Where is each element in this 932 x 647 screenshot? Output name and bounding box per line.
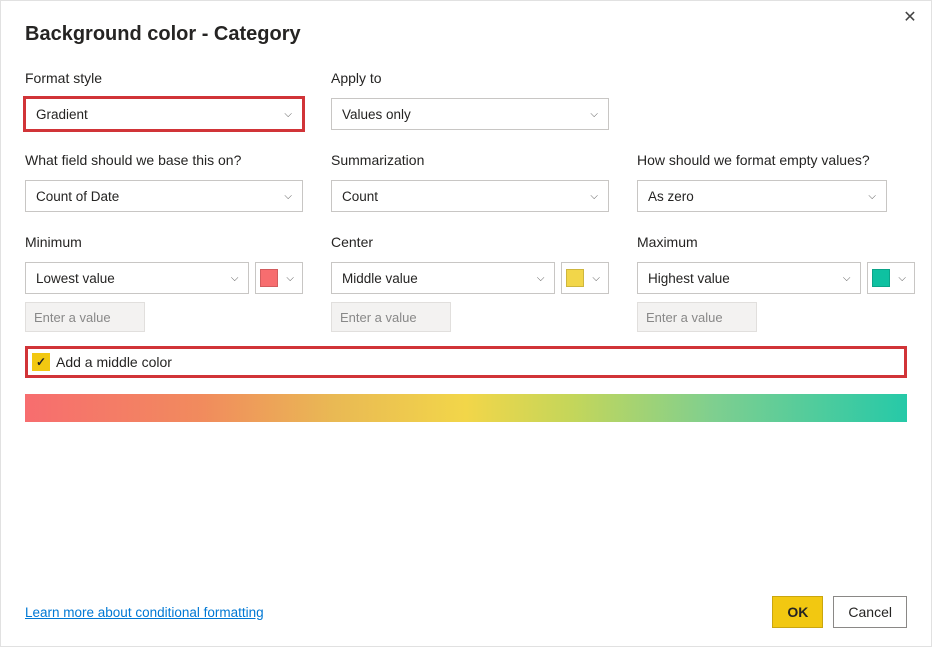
base-field-value: Count of Date bbox=[36, 189, 119, 204]
chevron-down-icon: ⌵ bbox=[843, 273, 851, 284]
chevron-down-icon: ⌵ bbox=[537, 273, 545, 284]
minimum-type-dropdown[interactable]: Lowest value ⌵ bbox=[25, 262, 249, 294]
apply-to-label: Apply to bbox=[331, 70, 609, 86]
center-color-picker[interactable]: ⌵ bbox=[561, 262, 609, 294]
gradient-preview bbox=[25, 394, 907, 422]
chevron-down-icon: ⌵ bbox=[588, 273, 604, 284]
apply-to-value: Values only bbox=[342, 107, 411, 122]
center-value-input[interactable]: Enter a value bbox=[331, 302, 451, 332]
minimum-color-picker[interactable]: ⌵ bbox=[255, 262, 303, 294]
ok-button[interactable]: OK bbox=[772, 596, 823, 628]
chevron-down-icon: ⌵ bbox=[231, 273, 239, 284]
format-style-value: Gradient bbox=[36, 107, 88, 122]
format-style-label: Format style bbox=[25, 70, 303, 86]
chevron-down-icon: ⌵ bbox=[590, 109, 598, 120]
maximum-type-dropdown[interactable]: Highest value ⌵ bbox=[637, 262, 861, 294]
center-label: Center bbox=[331, 234, 609, 250]
maximum-label: Maximum bbox=[637, 234, 915, 250]
add-middle-color-checkbox[interactable]: ✓ Add a middle color bbox=[25, 346, 907, 378]
chevron-down-icon: ⌵ bbox=[282, 273, 298, 284]
maximum-color-swatch bbox=[872, 269, 890, 287]
empty-values-label: How should we format empty values? bbox=[637, 152, 887, 168]
minimum-type-value: Lowest value bbox=[36, 271, 115, 286]
maximum-value-input[interactable]: Enter a value bbox=[637, 302, 757, 332]
cancel-button[interactable]: Cancel bbox=[833, 596, 907, 628]
maximum-color-picker[interactable]: ⌵ bbox=[867, 262, 915, 294]
checkbox-checked-icon: ✓ bbox=[32, 353, 50, 371]
close-icon[interactable]: ✕ bbox=[899, 7, 921, 29]
summarization-label: Summarization bbox=[331, 152, 609, 168]
dialog-title: Background color - Category bbox=[25, 23, 907, 46]
format-style-dropdown[interactable]: Gradient ⌵ bbox=[25, 98, 303, 130]
chevron-down-icon: ⌵ bbox=[894, 273, 910, 284]
minimum-value-input[interactable]: Enter a value bbox=[25, 302, 145, 332]
apply-to-dropdown[interactable]: Values only ⌵ bbox=[331, 98, 609, 130]
minimum-color-swatch bbox=[260, 269, 278, 287]
add-middle-color-label: Add a middle color bbox=[56, 354, 172, 370]
summarization-value: Count bbox=[342, 189, 378, 204]
chevron-down-icon: ⌵ bbox=[284, 191, 292, 202]
summarization-dropdown[interactable]: Count ⌵ bbox=[331, 180, 609, 212]
center-color-swatch bbox=[566, 269, 584, 287]
center-type-dropdown[interactable]: Middle value ⌵ bbox=[331, 262, 555, 294]
chevron-down-icon: ⌵ bbox=[284, 109, 292, 120]
learn-more-link[interactable]: Learn more about conditional formatting bbox=[25, 605, 264, 620]
base-field-dropdown[interactable]: Count of Date ⌵ bbox=[25, 180, 303, 212]
empty-values-value: As zero bbox=[648, 189, 694, 204]
center-type-value: Middle value bbox=[342, 271, 418, 286]
chevron-down-icon: ⌵ bbox=[868, 191, 876, 202]
base-field-label: What field should we base this on? bbox=[25, 152, 303, 168]
maximum-type-value: Highest value bbox=[648, 271, 730, 286]
empty-values-dropdown[interactable]: As zero ⌵ bbox=[637, 180, 887, 212]
chevron-down-icon: ⌵ bbox=[590, 191, 598, 202]
minimum-label: Minimum bbox=[25, 234, 303, 250]
